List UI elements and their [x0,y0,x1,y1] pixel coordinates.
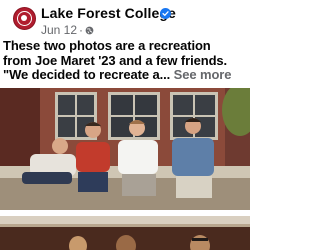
recreation-photo-illustration [0,88,250,210]
post-text-line: These two photos are a recreation [3,39,211,53]
college-seal-icon [17,11,32,26]
page-avatar[interactable] [13,7,36,30]
post-header: Lake Forest College Jun 12 · [0,0,250,44]
globe-icon [85,26,94,35]
original-photo[interactable] [0,216,250,250]
original-photo-illustration [0,216,250,250]
verified-badge-icon [160,8,171,19]
recreation-photo[interactable] [0,88,250,210]
post-text: These two photos are a recreation from J… [3,39,249,83]
post-date[interactable]: Jun 12 [41,23,77,37]
post-text-line: from Joe Maret '23 and a few friends. [3,53,228,68]
see-more-link[interactable]: See more [174,68,232,82]
page-name-link[interactable]: Lake Forest College [41,5,176,21]
meta-separator: · [79,23,84,37]
post-text-line: "We decided to recreate a... See more [3,68,232,82]
post-meta: Jun 12 · [41,23,94,37]
